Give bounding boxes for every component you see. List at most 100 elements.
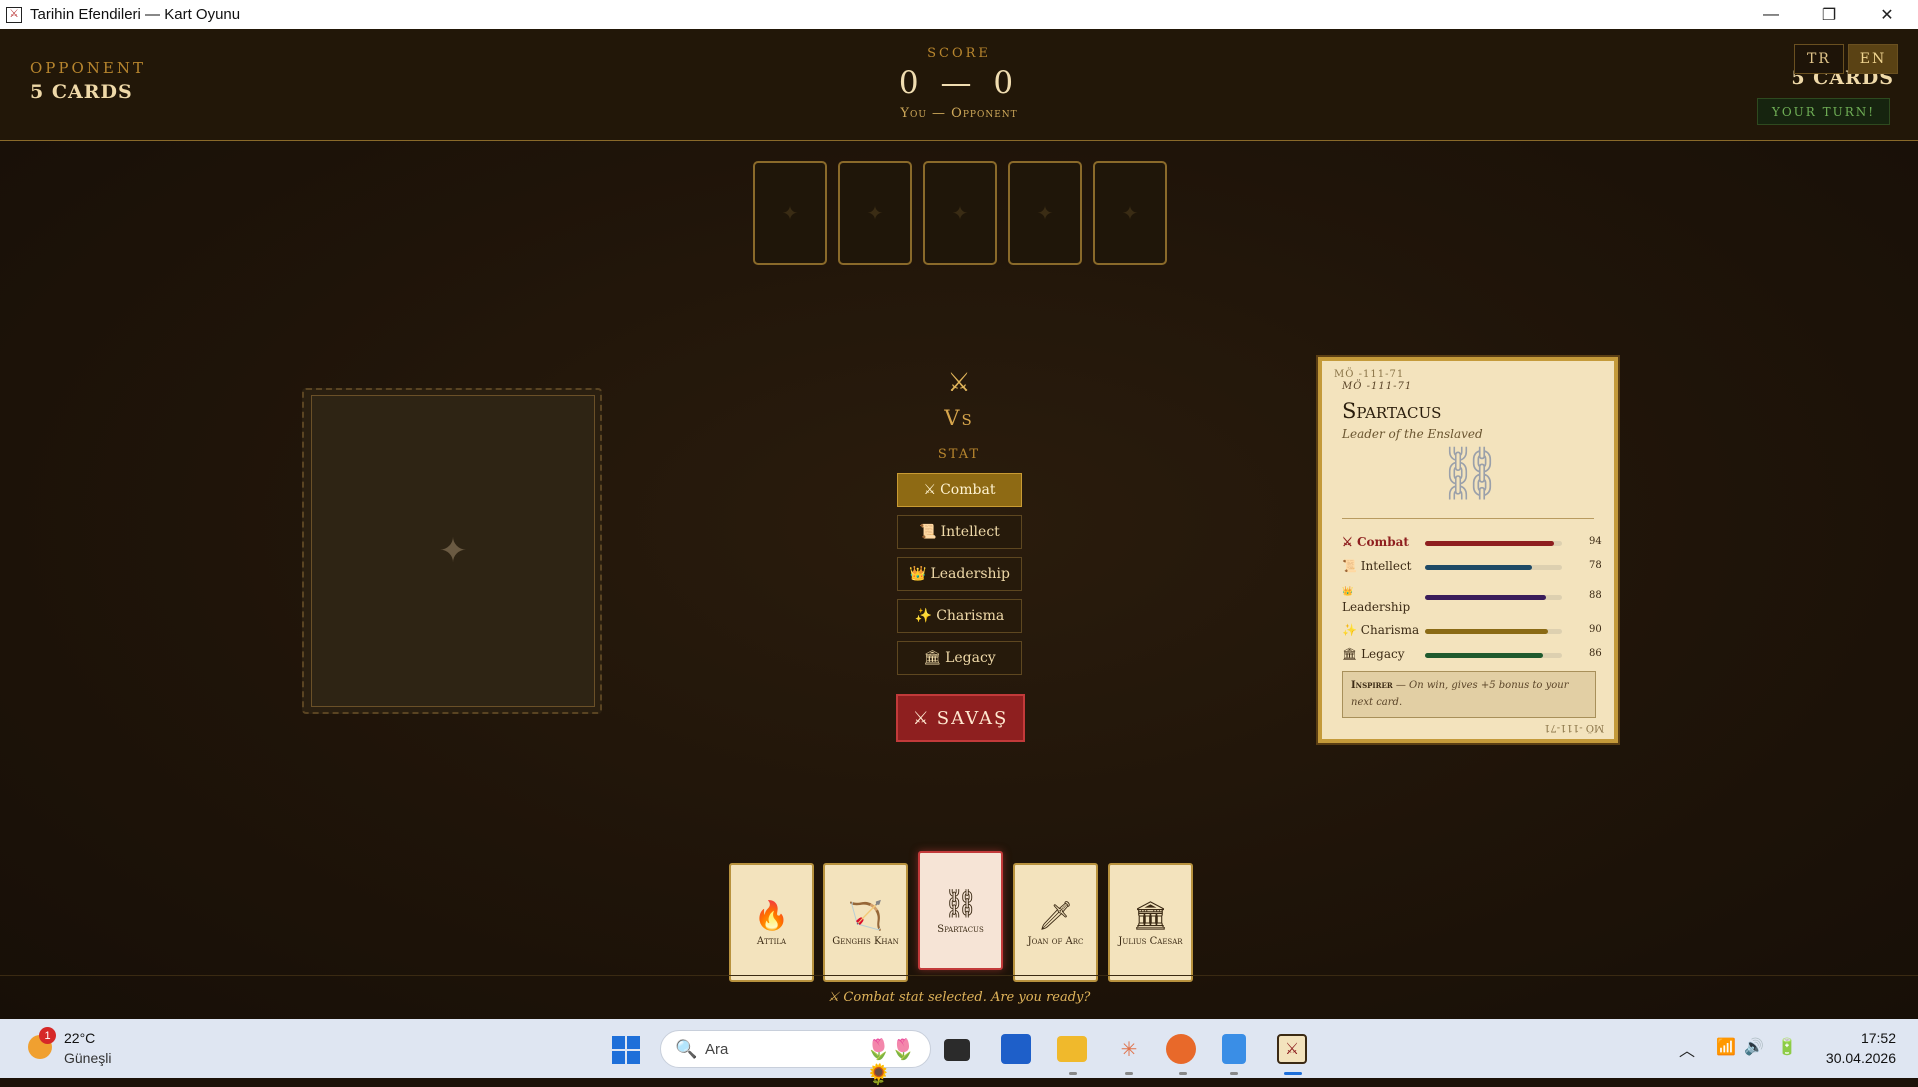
stat-button-intellect[interactable]: 📜 Intellect bbox=[897, 515, 1022, 549]
stat-value: 78 bbox=[1589, 560, 1602, 571]
stat-name: 📜 Intellect bbox=[1342, 559, 1412, 573]
hand-card-name: Attila bbox=[756, 935, 787, 947]
stat-bar bbox=[1425, 595, 1562, 600]
system-clock[interactable]: 17:52 30.04.2026 bbox=[1826, 1028, 1896, 1068]
lang-tr-button[interactable]: TR bbox=[1794, 44, 1844, 74]
star-icon: ✦ bbox=[438, 531, 468, 571]
notepad-icon[interactable] bbox=[1222, 1034, 1246, 1064]
notification-badge: 1 bbox=[39, 1027, 56, 1044]
hand-card-spartacus[interactable]: ⛓ Spartacus bbox=[918, 851, 1003, 970]
stat-bar bbox=[1425, 565, 1562, 570]
app-icon: ⚔ bbox=[6, 6, 22, 23]
stat-button-combat[interactable]: ⚔ Combat bbox=[897, 473, 1022, 507]
taskbar-search[interactable]: 🔍 Ara 🌷🌷🌻 bbox=[660, 1030, 931, 1086]
stat-button-label: Combat bbox=[940, 482, 996, 498]
active-app-indicator bbox=[1284, 1072, 1302, 1075]
search-icon: 🔍 bbox=[675, 1039, 698, 1059]
battery-icon[interactable]: 🔋 bbox=[1777, 1037, 1797, 1057]
stat-label: Legacy bbox=[1361, 647, 1405, 661]
task-view-icon[interactable] bbox=[944, 1039, 970, 1061]
stat-button-charisma[interactable]: ✨ Charisma bbox=[897, 599, 1022, 633]
vs-label: Vs bbox=[944, 406, 974, 430]
empty-slot: ✦ bbox=[311, 395, 595, 707]
hand-card-genghis-khan[interactable]: 🏹 Genghis Khan bbox=[823, 863, 908, 982]
search-placeholder: Ara bbox=[705, 1041, 729, 1058]
score-label: SCORE bbox=[927, 46, 991, 61]
volume-icon[interactable]: 🔊 bbox=[1744, 1037, 1764, 1057]
crown-icon: 👑 bbox=[1342, 587, 1354, 597]
hand-card-attila[interactable]: 🔥 Attila bbox=[729, 863, 814, 982]
stat-name: 🏛 Legacy bbox=[1342, 647, 1404, 661]
chevron-up-icon[interactable]: ︿ bbox=[1679, 1037, 1695, 1061]
file-explorer-icon[interactable] bbox=[1057, 1036, 1087, 1062]
ability-separator: — bbox=[1392, 680, 1409, 691]
stat-bar-fill bbox=[1425, 629, 1549, 634]
card-epithet: Leader of the Enslaved bbox=[1342, 427, 1483, 441]
score-bar: OPPONENT 5 CARDS SCORE 0 — 0 You — Oppon… bbox=[0, 29, 1918, 141]
running-indicator bbox=[1179, 1072, 1187, 1075]
weather-condition[interactable]: Güneşli bbox=[64, 1050, 111, 1066]
card-back-star-icon: ✦ bbox=[866, 201, 884, 225]
scroll-icon: 📜 bbox=[1342, 559, 1357, 573]
hand-card-joan-of-arc[interactable]: 🗡 Joan of Arc bbox=[1013, 863, 1098, 982]
ability-name: Inspirer bbox=[1351, 680, 1393, 691]
stat-name: 👑 Leadership bbox=[1342, 583, 1410, 615]
firefox-icon[interactable] bbox=[1166, 1034, 1196, 1064]
stat-value: 94 bbox=[1589, 536, 1602, 547]
weather-temperature[interactable]: 22°C bbox=[64, 1030, 95, 1046]
scroll-icon: 📜 bbox=[919, 524, 937, 540]
store-icon[interactable] bbox=[1001, 1034, 1031, 1064]
lang-en-button[interactable]: EN bbox=[1848, 44, 1898, 74]
maximize-button[interactable]: ❐ bbox=[1800, 0, 1858, 29]
selected-card-detail: MÖ -111-71 MÖ -111-71 Spartacus Leader o… bbox=[1318, 357, 1618, 743]
stat-button-legacy[interactable]: 🏛 Legacy bbox=[897, 641, 1022, 675]
card-back-star-icon: ✦ bbox=[951, 201, 969, 225]
wifi-icon[interactable]: 📶 bbox=[1716, 1037, 1736, 1057]
running-indicator bbox=[1069, 1072, 1077, 1075]
opponent-card-slot: ✦ bbox=[302, 388, 602, 714]
stat-value: 86 bbox=[1589, 648, 1602, 659]
stat-bar bbox=[1425, 541, 1562, 546]
stat-label: Combat bbox=[1356, 535, 1409, 549]
stat-value: 88 bbox=[1589, 590, 1602, 601]
stat-row-intellect: 📜 Intellect 78 bbox=[1342, 559, 1602, 575]
battle-button-label: SAVAŞ bbox=[936, 707, 1009, 729]
score-value: 0 — 0 bbox=[898, 65, 1020, 101]
divider bbox=[1342, 518, 1594, 519]
sword-icon: ⚔ bbox=[1342, 535, 1353, 549]
card-era-inverted: MÖ -111-71 bbox=[1543, 722, 1604, 733]
stat-value: 90 bbox=[1589, 624, 1602, 635]
monument-icon: 🏛 bbox=[1342, 647, 1358, 661]
card-back-star-icon: ✦ bbox=[1121, 201, 1139, 225]
game-app-icon[interactable]: ⚔ bbox=[1277, 1034, 1307, 1064]
stat-bar bbox=[1425, 629, 1562, 634]
window-title: Tarihin Efendileri — Kart Oyunu bbox=[30, 6, 241, 23]
taskbar: 1 22°C Güneşli 🔍 Ara 🌷🌷🌻 ✳ ⚔ ︿ 📶 🔊 🔋 17:… bbox=[0, 1019, 1918, 1086]
close-button[interactable]: ✕ bbox=[1858, 0, 1916, 29]
windows-start-icon[interactable] bbox=[612, 1036, 640, 1064]
stat-label: Leadership bbox=[1342, 600, 1411, 614]
chains-icon: ⛓ bbox=[942, 886, 979, 920]
stat-button-leadership[interactable]: 👑 Leadership bbox=[897, 557, 1022, 591]
game-board: OPPONENT 5 CARDS SCORE 0 — 0 You — Oppon… bbox=[0, 29, 1918, 1019]
card-back-star-icon: ✦ bbox=[781, 201, 799, 225]
hand-card-name: Spartacus bbox=[937, 923, 984, 935]
opponent-card-back: ✦ bbox=[923, 161, 997, 265]
claude-icon[interactable]: ✳ bbox=[1112, 1032, 1146, 1066]
stat-bar bbox=[1425, 653, 1562, 658]
stat-bar-fill bbox=[1425, 541, 1554, 546]
crossed-swords-icon: ⚔ bbox=[947, 368, 971, 398]
minimize-button[interactable]: — bbox=[1742, 0, 1800, 29]
sparkles-icon: ✨ bbox=[1342, 623, 1357, 637]
opponent-label: OPPONENT bbox=[30, 59, 146, 77]
stat-row-charisma: ✨ Charisma 90 bbox=[1342, 623, 1602, 639]
battle-button[interactable]: ⚔ SAVAŞ bbox=[896, 694, 1025, 742]
hand-card-julius-caesar[interactable]: 🏛 Julius Caesar bbox=[1108, 863, 1193, 982]
fire-icon: 🔥 bbox=[754, 898, 789, 932]
opponent-card-count: 5 CARDS bbox=[30, 81, 133, 103]
bow-arrow-icon: 🏹 bbox=[848, 898, 883, 932]
stat-name: ✨ Charisma bbox=[1342, 623, 1419, 637]
stat-label: STAT bbox=[937, 447, 981, 462]
stat-name: ⚔ Combat bbox=[1342, 535, 1409, 549]
stat-label: Intellect bbox=[1360, 559, 1412, 573]
